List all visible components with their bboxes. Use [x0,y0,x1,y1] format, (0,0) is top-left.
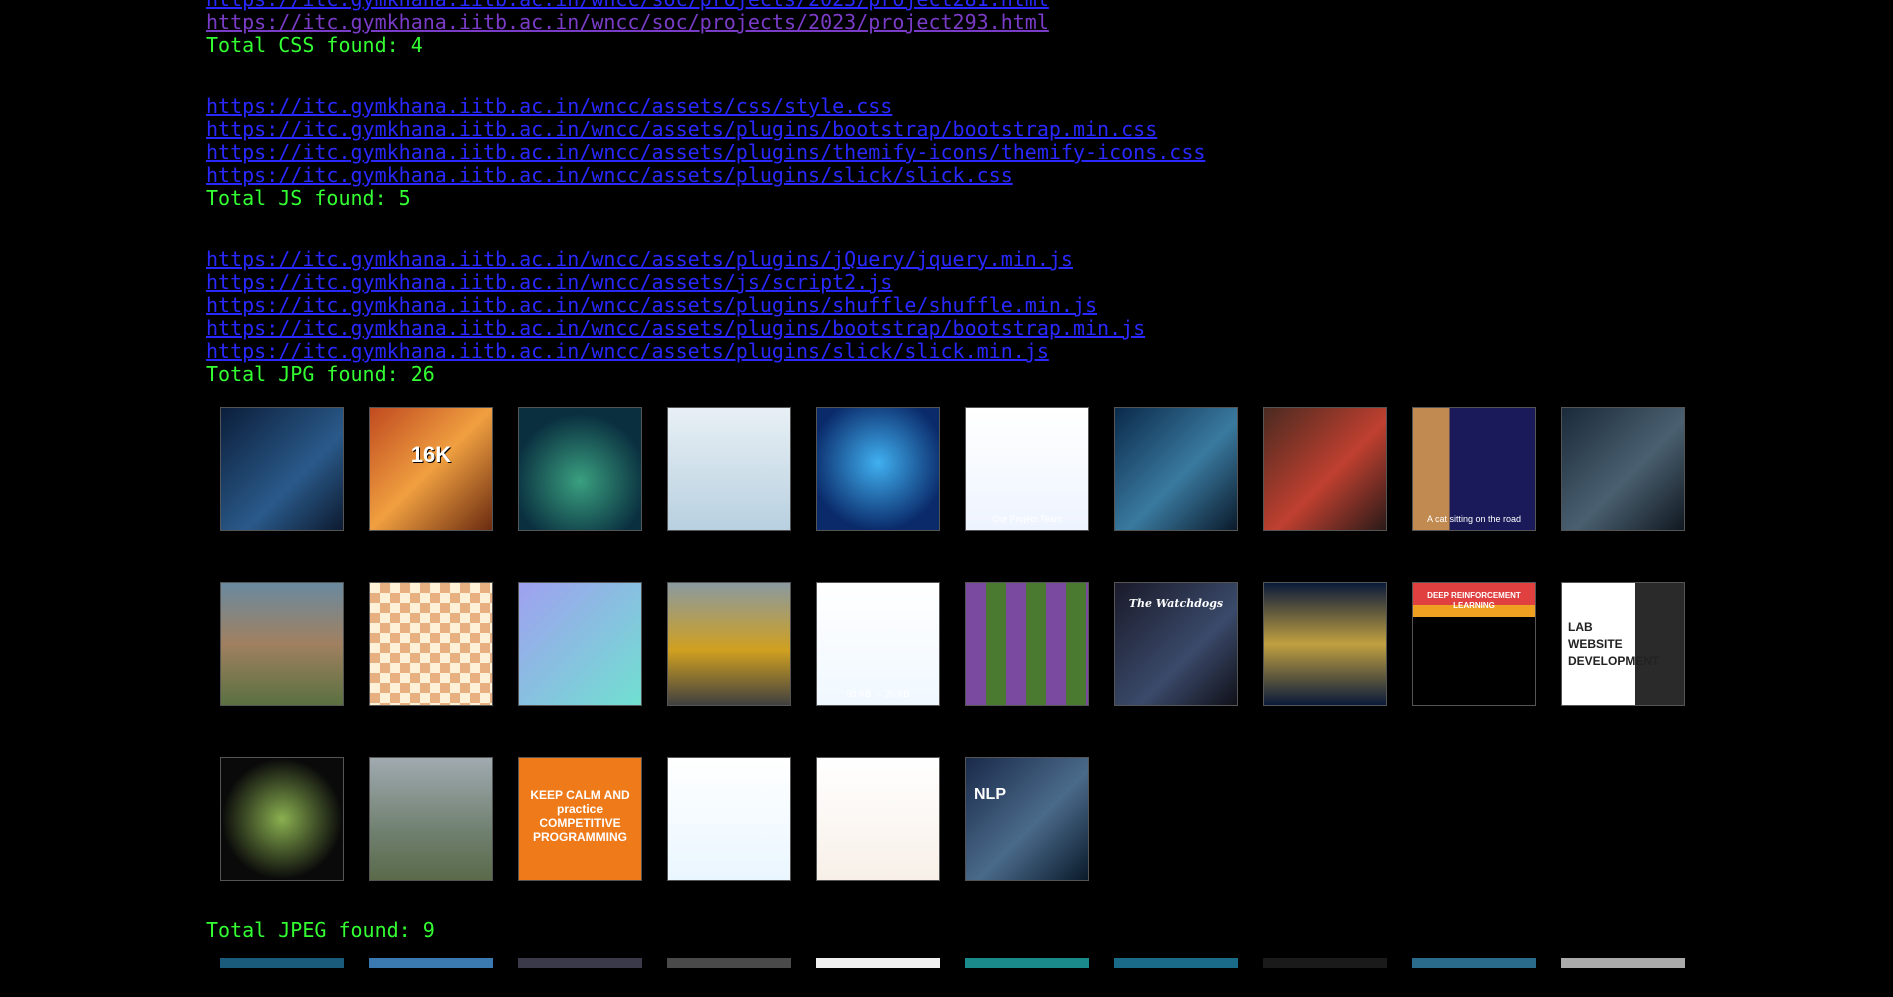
thumbnail-the-watchdogs[interactable]: The Watchdogs [1114,582,1238,706]
thumbnail-network-graph[interactable] [667,407,791,531]
thumbnail-jpeg[interactable] [369,958,493,968]
thumbnail-row: 16K Our Project Team A cat sitting on the … [220,407,1846,531]
thumbnail-nodejs[interactable] [220,757,344,881]
page-content: https://itc.gymkhana.iitb.ac.in/wncc/soc… [206,0,1846,968]
css-link[interactable]: https://itc.gymkhana.iitb.ac.in/wncc/ass… [206,141,1846,164]
css-link[interactable]: https://itc.gymkhana.iitb.ac.in/wncc/ass… [206,95,1846,118]
jpeg-count-label: Total JPEG found: 9 [206,918,435,942]
thumbnail-cloud-digital[interactable] [816,407,940,531]
css-link[interactable]: https://itc.gymkhana.iitb.ac.in/wncc/ass… [206,164,1846,187]
css-count-label: Total CSS found: 4 [206,33,423,57]
thumbnail-learning-diagram[interactable]: Our Project Team [965,407,1089,531]
thumbnail-jpeg[interactable] [1561,958,1685,968]
thumbnail-captioning-model[interactable]: A cat sitting on the road [1412,407,1536,531]
thumbnail-caption: 16K [410,442,452,467]
thumbnail-city-skyline[interactable] [369,757,493,881]
thumbnail-caption: The Watchdogs [1128,597,1224,610]
thumbnail-lab-website[interactable]: LAB WEBSITE DEVELOPMENT [1561,582,1685,706]
js-link[interactable]: https://itc.gymkhana.iitb.ac.in/wncc/ass… [206,271,1846,294]
thumbnail-caption: KEEP CALM AND practice COMPETITIVE PROGR… [530,788,630,844]
thumbnail-caption: LAB WEBSITE DEVELOPMENT [1568,620,1660,668]
thumbnail-jpeg[interactable] [220,958,344,968]
js-count-label: Total JS found: 5 [206,186,411,210]
thumbnail-naruto-16k[interactable]: 16K [369,407,493,531]
thumbnail-fingerprint[interactable] [667,757,791,881]
thumbnail-caption: A cat sitting on the road [1426,514,1522,524]
jpg-count-label: Total JPG found: 26 [206,362,435,386]
thumbnail-caption: Our Project Team [992,514,1062,524]
thumbnail-jpeg[interactable] [667,958,791,968]
thumbnail-neural-net[interactable] [816,757,940,881]
thumbnail-jpeg[interactable] [518,958,642,968]
css-link[interactable]: https://itc.gymkhana.iitb.ac.in/wncc/ass… [206,118,1846,141]
project-link-293[interactable]: https://itc.gymkhana.iitb.ac.in/wncc/soc… [206,11,1846,34]
thumbnail-jpeg[interactable] [1412,958,1536,968]
thumbnail-row: 50 KB → 20 KB The Watchdogs DEEP REINFORCE… [220,582,1846,706]
js-link[interactable]: https://itc.gymkhana.iitb.ac.in/wncc/ass… [206,317,1846,340]
thumbnail-red-room[interactable] [1263,407,1387,531]
thumbnail-jpeg[interactable] [816,958,940,968]
thumbnail-robot-ai[interactable] [1114,407,1238,531]
thumbnail-jpeg[interactable] [965,958,1089,968]
thumbnail-app-dev[interactable] [518,582,642,706]
thumbnail-nlp[interactable]: NLP [965,757,1089,881]
thumbnail-chess-board[interactable] [369,582,493,706]
jpg-thumbnail-grid: 16K Our Project Team A cat sitting on the … [220,407,1846,881]
thumbnail-deep-rl[interactable]: DEEP REINFORCEMENT LEARNING [1412,582,1536,706]
thumbnail-jpeg[interactable] [1263,958,1387,968]
js-link[interactable]: https://itc.gymkhana.iitb.ac.in/wncc/ass… [206,248,1846,271]
thumbnail-driver-car[interactable] [1561,407,1685,531]
thumbnail-flower-grid[interactable] [965,582,1089,706]
thumbnail-file-compress[interactable]: 50 KB → 20 KB [816,582,940,706]
thumbnail-traffic-lidar[interactable] [518,407,642,531]
thumbnail-dog-collage[interactable] [220,582,344,706]
thumbnail-taxi-cyclist[interactable] [667,582,791,706]
js-link[interactable]: https://itc.gymkhana.iitb.ac.in/wncc/ass… [206,294,1846,317]
thumbnail-keep-calm-cp[interactable]: KEEP CALM AND practice COMPETITIVE PROGR… [518,757,642,881]
thumbnail-caption: DEEP REINFORCEMENT LEARNING [1427,591,1521,610]
thumbnail-quantum-computer[interactable] [1263,582,1387,706]
thumbnail-caption: NLP [974,786,1006,803]
thumbnail-caption: 50 KB → 20 KB [846,689,910,699]
thumbnail-robot-circuit[interactable] [220,407,344,531]
jpeg-thumbnail-row [220,958,1846,968]
js-link[interactable]: https://itc.gymkhana.iitb.ac.in/wncc/ass… [206,340,1846,363]
thumbnail-jpeg[interactable] [1114,958,1238,968]
thumbnail-row: KEEP CALM AND practice COMPETITIVE PROGR… [220,757,1846,881]
